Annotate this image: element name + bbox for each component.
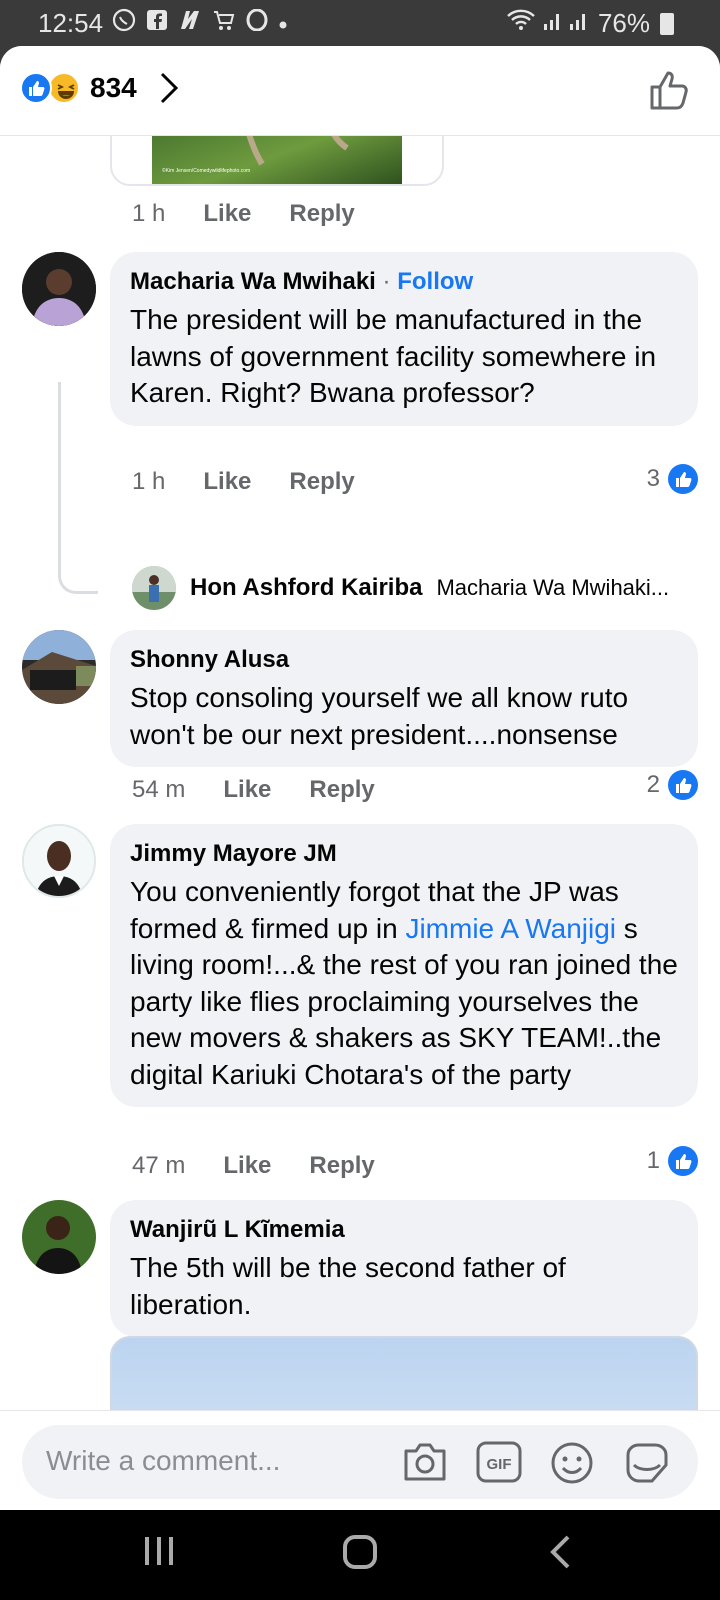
like-count: 1 [646,1147,660,1174]
comment-likes[interactable]: 3 [647,464,698,494]
comment-bubble[interactable]: Shonny Alusa Stop consoling yourself we … [110,630,698,767]
comment-meta: 54 m Like Reply [132,776,375,804]
comment-placeholder: Write a comment... [46,1445,281,1476]
comment-text: The president will be manufactured in th… [130,304,657,408]
shop-icon [212,9,236,37]
news-icon [178,9,202,37]
chevron-right-icon[interactable] [158,70,180,111]
avatar[interactable] [22,1200,96,1274]
recent-apps-icon[interactable] [142,1534,176,1573]
comment-text: You conveniently forgot that the JP was … [130,874,678,1093]
timestamp: 1 h [132,200,166,227]
reply-button[interactable]: Reply [289,200,354,228]
back-icon[interactable] [548,1534,572,1575]
like-button[interactable]: Like [203,200,251,228]
timestamp: 47 m [132,1152,186,1179]
reactions-header[interactable]: 834 [0,46,720,136]
reaction-count[interactable]: 834 [90,72,137,104]
separator: · [382,268,391,295]
reply-button[interactable]: Reply [309,776,374,804]
comment-author[interactable]: Shonny Alusa [130,646,678,674]
comment-bubble[interactable]: Macharia Wa Mwihaki · Follow The preside… [110,252,698,426]
comment-author[interactable]: Macharia Wa Mwihaki [130,268,376,295]
like-reaction-icon [20,72,52,104]
avatar[interactable] [132,566,176,610]
comment-author[interactable]: Jimmy Mayore JM [130,840,678,868]
avatar[interactable] [22,252,96,326]
emoji-icon[interactable] [550,1441,594,1490]
status-time: 12:54 [38,8,104,38]
comment-author-line: Macharia Wa Mwihaki · Follow [130,268,678,296]
thread-line [58,382,98,594]
haha-reaction-icon [48,72,80,104]
comment-bubble[interactable]: Jimmy Mayore JM You conveniently forgot … [110,824,698,1107]
whatsapp-icon [112,8,136,38]
comment-text: The 5th will be the second father of lib… [130,1252,566,1320]
like-button[interactable]: Like [203,468,251,496]
notification-icons [112,8,288,38]
reply-text: Macharia Wa Mwihaki... [436,575,670,600]
reply-button[interactable]: Reply [289,468,354,496]
more-dot-icon [278,10,288,36]
comment-meta: 1 h Like Reply [132,468,355,496]
home-icon[interactable] [342,1534,378,1575]
comment-image[interactable]: ©Kim Jensen/Comedywildlifephoto.com [110,136,444,186]
like-badge-icon [668,770,698,800]
top-item-meta: 1 h Like Reply [132,200,355,228]
reply-button[interactable]: Reply [309,1152,374,1180]
like-badge-icon [668,1146,698,1176]
like-button[interactable]: Like [223,1152,271,1180]
wifi-icon [506,8,536,39]
battery-percent: 76% [597,8,650,38]
status-bar: 12:54 76% [0,0,720,46]
like-count: 3 [646,465,660,492]
svg-text:GIF: GIF [487,1456,512,1473]
animal-photo [152,136,402,184]
avatar[interactable] [22,630,96,704]
reply-preview[interactable]: Hon Ashford Kairiba Macharia Wa Mwihaki.… [132,566,702,610]
reply-author[interactable]: Hon Ashford Kairiba [190,574,422,602]
opera-icon [246,8,268,37]
comment-text: Stop consoling yourself we all know ruto… [130,682,629,750]
mention-link[interactable]: Jimmie A Wanjigi [405,913,616,944]
like-post-icon[interactable] [648,68,692,117]
follow-button[interactable]: Follow [397,268,473,295]
comment-author[interactable]: Wanjirũ L Kĩmemia [130,1216,678,1244]
comment-meta: 47 m Like Reply [132,1152,375,1180]
gif-icon[interactable]: GIF [476,1441,522,1488]
comment-bubble[interactable]: Wanjirũ L Kĩmemia The 5th will be the se… [110,1200,698,1337]
navigation-bar [0,1510,720,1600]
like-count: 2 [646,771,660,798]
battery-icon [660,12,674,35]
status-right: 76% [506,8,674,39]
comment-likes[interactable]: 2 [647,770,698,800]
timestamp: 54 m [132,776,186,803]
camera-icon[interactable] [402,1441,448,1488]
signal-icon [542,8,592,39]
timestamp: 1 h [132,468,166,495]
image-credit: ©Kim Jensen/Comedywildlifephoto.com [162,168,251,174]
comments-sheet: 834 ©Kim Jensen/Comedywildlifephoto.com … [0,46,720,1510]
like-badge-icon [668,464,698,494]
comment-likes[interactable]: 1 [647,1146,698,1176]
like-button[interactable]: Like [223,776,271,804]
comments-list[interactable]: ©Kim Jensen/Comedywildlifephoto.com 1 h … [0,136,720,1456]
facebook-icon [146,9,168,37]
sticker-icon[interactable] [624,1441,670,1490]
comment-composer: Write a comment... GIF [0,1410,720,1510]
comment-input[interactable]: Write a comment... GIF [22,1425,698,1499]
avatar[interactable] [22,824,96,898]
